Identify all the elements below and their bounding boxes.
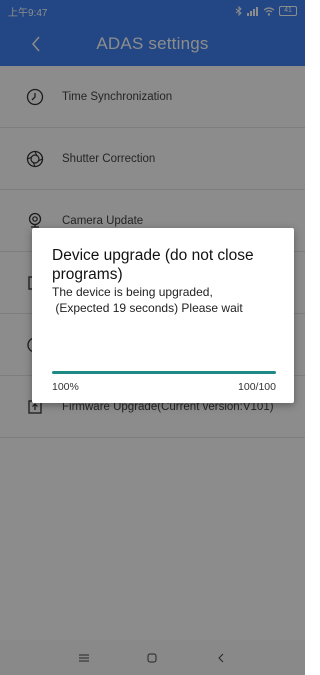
progress-bar (52, 371, 276, 374)
progress-count: 100/100 (238, 381, 276, 393)
upgrade-dialog: Device upgrade (do not close programs) T… (32, 228, 294, 403)
dialog-message-line1: The device is being upgraded, (52, 285, 213, 299)
dialog-title: Device upgrade (do not close programs) (52, 247, 254, 283)
dialog-message-line2: (Expected 19 seconds) Please wait (52, 301, 243, 315)
progress-bar-fill (52, 371, 276, 374)
progress-percent: 100% (52, 381, 79, 393)
